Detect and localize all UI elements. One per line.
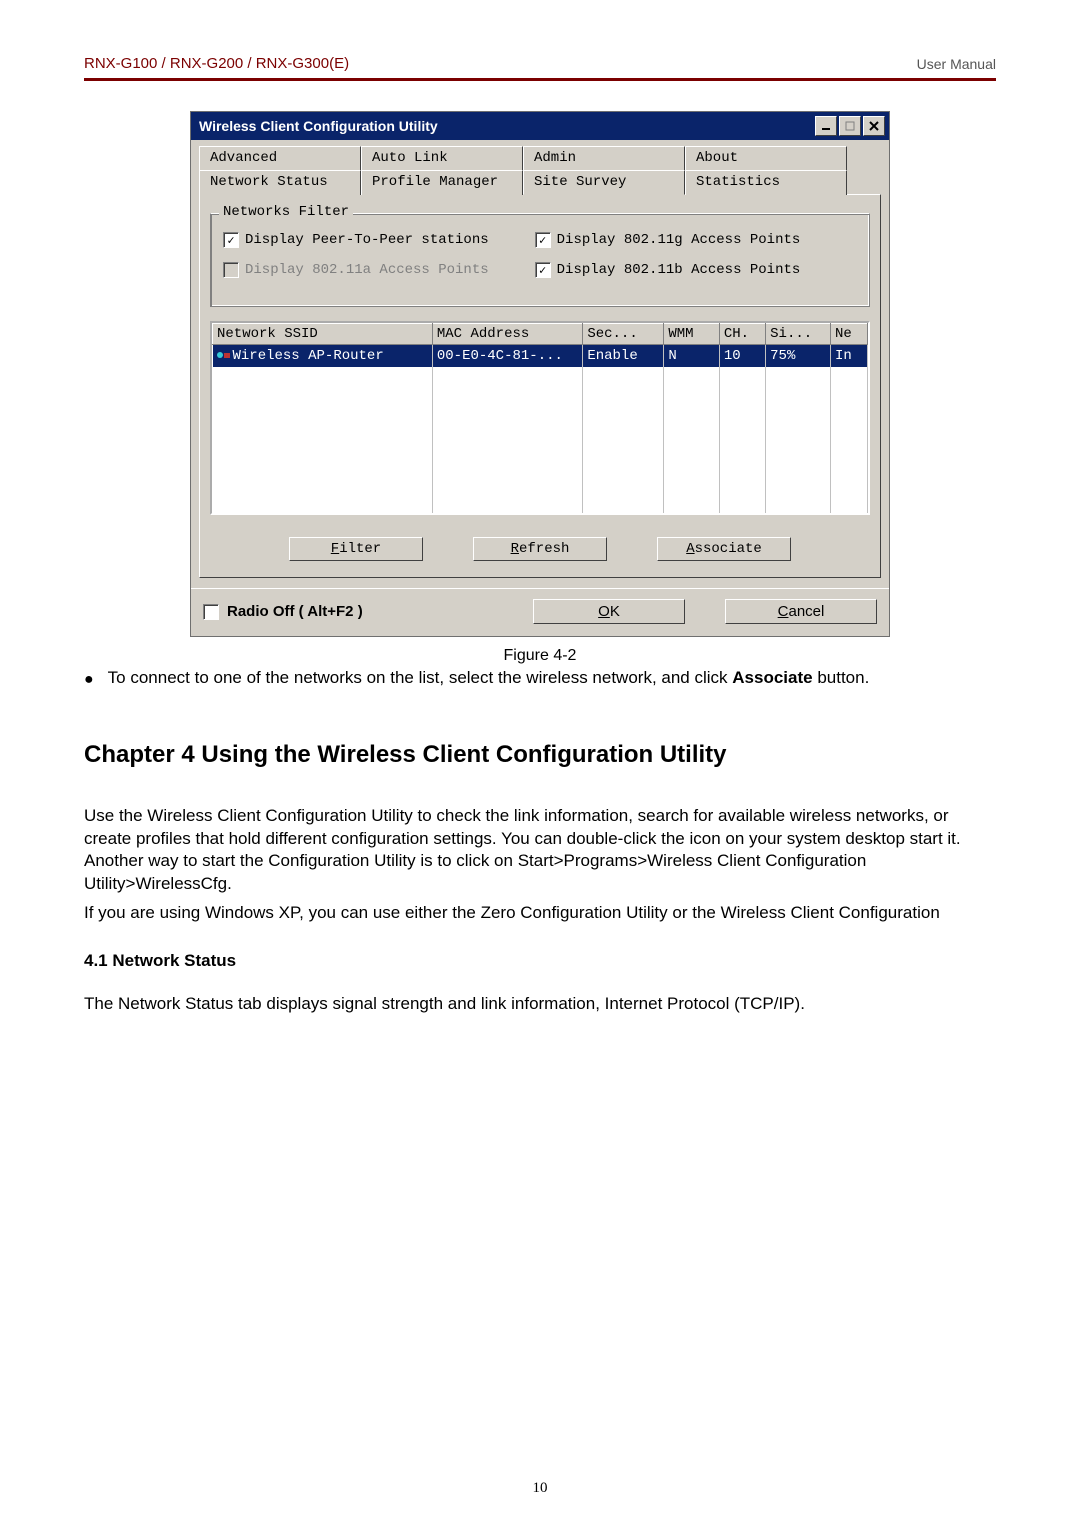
group-networks-filter: Networks Filter ✓Display Peer-To-Peer st… xyxy=(210,213,870,307)
col-ne[interactable]: Ne xyxy=(830,324,867,345)
close-icon xyxy=(869,121,879,131)
table-row[interactable] xyxy=(213,389,868,411)
cancel-button[interactable]: Cancel xyxy=(725,599,877,624)
tab-auto-link[interactable]: Auto Link xyxy=(361,146,523,171)
table-row[interactable]: Wireless AP-Router 00-E0-4C-81-...EnableN… xyxy=(213,345,868,368)
checkbox-label: Display 802.11g Access Points xyxy=(557,232,801,248)
checkbox-label: Display 802.11a Access Points xyxy=(245,262,489,278)
checkbox-box xyxy=(223,262,239,278)
radio-off-checkbox[interactable] xyxy=(203,604,219,620)
close-button[interactable] xyxy=(863,116,885,136)
checkbox-display-802-11a-access-points: Display 802.11a Access Points xyxy=(223,262,489,278)
tab-advanced[interactable]: Advanced xyxy=(199,146,361,171)
table-row[interactable] xyxy=(213,499,868,515)
dialog-window: Wireless Client Configuration Utility Ad… xyxy=(190,111,890,637)
tab-profile-manager[interactable]: Profile Manager xyxy=(361,170,523,195)
table-row[interactable] xyxy=(213,367,868,389)
checkbox-box: ✓ xyxy=(535,232,551,248)
window-title: Wireless Client Configuration Utility xyxy=(199,118,813,134)
table-row[interactable] xyxy=(213,455,868,477)
signal-icon xyxy=(217,348,233,364)
minimize-button[interactable] xyxy=(815,116,837,136)
maximize-icon xyxy=(845,121,855,131)
table-row[interactable] xyxy=(213,477,868,499)
col-wmm[interactable]: WMM xyxy=(664,324,720,345)
dialog-footer: Radio Off ( Alt+F2 ) OK Cancel xyxy=(191,588,889,636)
cell-sec: Enable xyxy=(583,345,664,368)
checkbox-label: Display Peer-To-Peer stations xyxy=(245,232,489,248)
tab-pane-site-survey: Networks Filter ✓ Display Peer-To-Peer st… xyxy=(199,194,881,578)
tab-site-survey[interactable]: Site Survey xyxy=(523,170,685,195)
col-network-ssid[interactable]: Network SSID xyxy=(213,324,433,345)
checkbox-display-peer-to-peer-stations[interactable]: ✓ Display Peer-To-Peer stations xyxy=(223,232,489,248)
refresh-button[interactable]: Refresh xyxy=(473,537,607,561)
header-rule xyxy=(84,78,996,81)
checkbox-label: Display 802.11b Access Points xyxy=(557,262,801,278)
cell-ne: In xyxy=(830,345,867,368)
bullet-icon: ● xyxy=(84,669,94,691)
minimize-icon xyxy=(821,121,831,131)
page-number: 10 xyxy=(0,1480,1080,1497)
chapter-p2: If you are using Windows XP, you can use… xyxy=(84,902,996,925)
cell-si: 75% xyxy=(766,345,831,368)
col-sec-[interactable]: Sec... xyxy=(583,324,664,345)
tab-network-status[interactable]: Network Status xyxy=(199,170,361,195)
col-ch-[interactable]: CH. xyxy=(719,324,765,345)
titlebar: Wireless Client Configuration Utility xyxy=(191,112,889,140)
cell-ch: 10 xyxy=(719,345,765,368)
maximize-button[interactable] xyxy=(839,116,861,136)
associate-button[interactable]: Associate xyxy=(657,537,791,561)
col-mac-address[interactable]: MAC Address xyxy=(432,324,582,345)
cell-ssid: Wireless AP-Router xyxy=(233,348,384,364)
tab-admin[interactable]: Admin xyxy=(523,146,685,171)
checkbox-display-802-11b-access-points[interactable]: ✓ Display 802.11b Access Points xyxy=(535,262,801,278)
chapter-title: Chapter 4 Using the Wireless Client Conf… xyxy=(84,741,996,769)
checkbox-display-802-11g-access-points[interactable]: ✓ Display 802.11g Access Points xyxy=(535,232,801,248)
tab-about[interactable]: About xyxy=(685,146,847,171)
group-legend: Networks Filter xyxy=(219,204,353,220)
col-si-[interactable]: Si... xyxy=(766,324,831,345)
chapter-p3: The Network Status tab displays signal s… xyxy=(84,993,996,1016)
checkbox-box: ✓ xyxy=(535,262,551,278)
header-right: User Manual xyxy=(917,56,996,72)
checkbox-box: ✓ xyxy=(223,232,239,248)
table-row[interactable] xyxy=(213,433,868,455)
bullet-text: To connect to one of the networks on the… xyxy=(108,667,870,690)
table-row[interactable] xyxy=(213,411,868,433)
tab-statistics[interactable]: Statistics xyxy=(685,170,847,195)
radio-off-label: Radio Off ( Alt+F2 ) xyxy=(227,603,363,620)
networks-table[interactable]: Network SSIDMAC AddressSec...WMMCH.Si...… xyxy=(210,321,870,515)
filter-button[interactable]: Filter xyxy=(289,537,423,561)
header-models: RNX-G100 / RNX-G200 / RNX-G300(E) xyxy=(84,55,349,72)
cell-wmm: N xyxy=(664,345,720,368)
subheading-network-status: 4.1 Network Status xyxy=(84,951,996,971)
cell-mac: 00-E0-4C-81-... xyxy=(432,345,582,368)
chapter-p1: Use the Wireless Client Configuration Ut… xyxy=(84,805,996,897)
ok-button[interactable]: OK xyxy=(533,599,685,624)
figure-caption: Figure 4-2 xyxy=(84,647,996,665)
